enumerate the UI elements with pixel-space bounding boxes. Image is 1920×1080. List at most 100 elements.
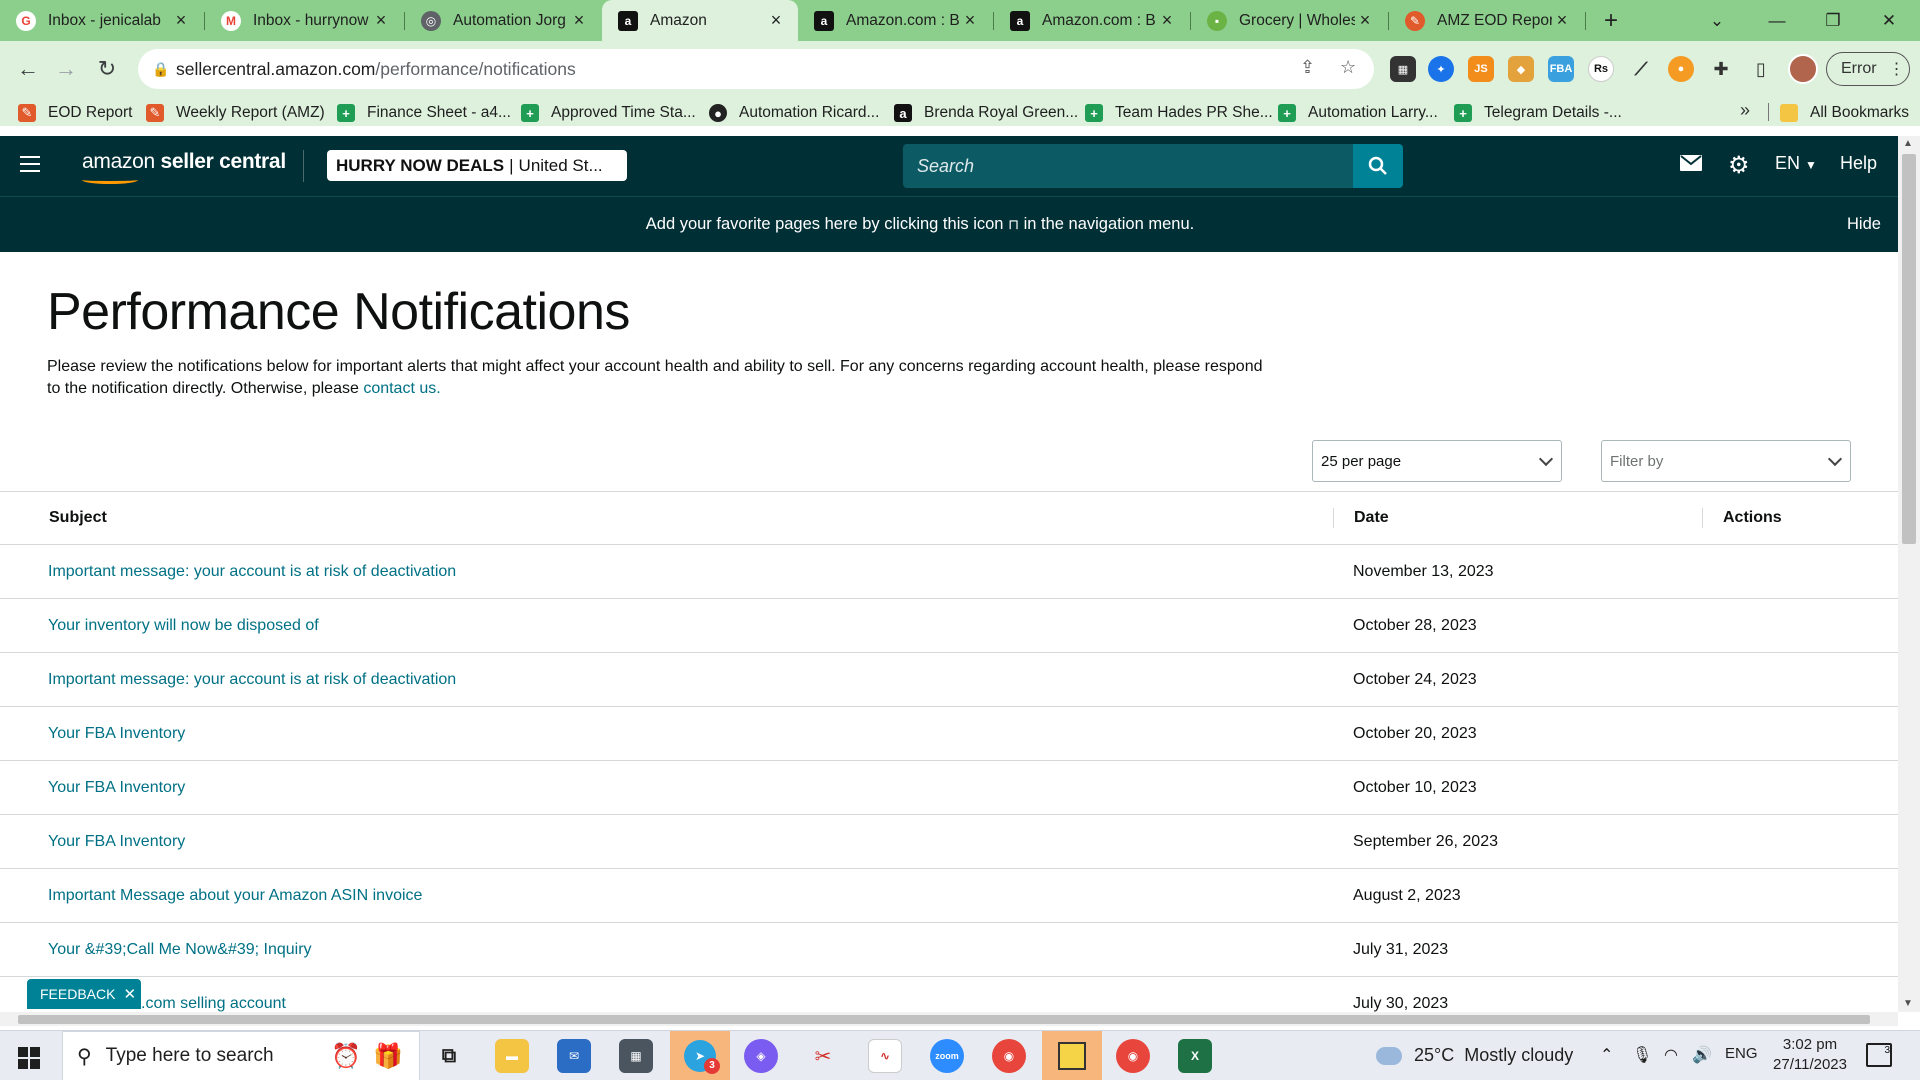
js-extension-icon[interactable]: JS <box>1468 56 1494 82</box>
calculator-icon[interactable]: ▦ <box>619 1039 653 1073</box>
bookmark-weekly-report[interactable]: ✎ Weekly Report (AMZ) <box>146 102 325 124</box>
horizontal-scrollbar[interactable] <box>0 1012 1898 1026</box>
bookmark-automation-ricardo[interactable]: ● Automation Ricard... <box>709 102 879 124</box>
forward-arrow-icon[interactable]: → <box>48 51 84 87</box>
wifi-icon[interactable]: ◠ <box>1664 1045 1678 1065</box>
snipping-tool-icon[interactable]: ✂ <box>806 1039 840 1073</box>
notification-subject-link[interactable]: .com selling account <box>141 995 286 1012</box>
tab-close-icon[interactable]: × <box>1157 10 1177 31</box>
column-subject[interactable]: Subject <box>49 509 107 527</box>
side-panel-icon[interactable]: ▯ <box>1748 56 1774 82</box>
bookmark-eod-report[interactable]: ✎ EOD Report <box>18 102 132 124</box>
back-arrow-icon[interactable]: ← <box>10 51 46 87</box>
extension-icon[interactable]: ● <box>1668 56 1694 82</box>
chrome-profile-icon[interactable]: ◉ <box>1116 1039 1150 1073</box>
scroll-up-icon[interactable]: ▲ <box>1903 138 1913 149</box>
bookmarks-overflow-icon[interactable]: » <box>1740 100 1750 121</box>
contact-us-link[interactable]: contact us. <box>363 380 440 397</box>
tab-close-icon[interactable]: × <box>960 10 980 31</box>
all-bookmarks[interactable]: All Bookmarks <box>1780 102 1909 124</box>
input-language[interactable]: ENG <box>1725 1045 1758 1062</box>
chevron-up-icon[interactable]: ⌃ <box>1600 1045 1613 1065</box>
extension-icon[interactable]: ◆ <box>1508 56 1534 82</box>
file-explorer-icon[interactable]: ▬ <box>495 1039 529 1073</box>
profile-avatar[interactable] <box>1788 54 1818 84</box>
browser-tab[interactable]: ✎ AMZ EOD Repor × <box>1389 0 1584 41</box>
scrollbar-thumb[interactable] <box>1902 154 1916 544</box>
zoom-icon[interactable]: zoom <box>930 1039 964 1073</box>
address-bar[interactable]: 🔒 sellercentral.amazon.com/performance/n… <box>138 49 1374 89</box>
hide-banner-link[interactable]: Hide <box>1847 215 1881 234</box>
tab-close-icon[interactable]: × <box>569 10 589 31</box>
bookmark-team-hades[interactable]: + Team Hades PR She... <box>1085 102 1273 124</box>
tab-close-icon[interactable]: × <box>171 10 191 31</box>
browser-tab[interactable]: a Amazon.com : B × <box>994 0 1189 41</box>
tab-close-icon[interactable]: × <box>1355 10 1375 31</box>
seller-central-logo[interactable]: amazon seller central <box>82 150 286 184</box>
search-button[interactable] <box>1353 144 1403 188</box>
feedback-button[interactable]: FEEDBACK ✕ <box>27 979 141 1009</box>
tab-close-icon[interactable]: × <box>1552 10 1572 31</box>
column-date[interactable]: Date <box>1354 509 1389 527</box>
puzzle-extensions-icon[interactable]: ✚ <box>1708 56 1734 82</box>
notifications-icon[interactable]: 3 <box>1866 1043 1892 1067</box>
vertical-scrollbar[interactable]: ▲ ▼ <box>1898 136 1920 1012</box>
telegram-app[interactable]: ➤ 3 <box>670 1031 730 1080</box>
search-input[interactable] <box>917 155 1353 177</box>
browser-tab[interactable]: M Inbox - hurrynow × <box>205 0 403 41</box>
weather-widget[interactable]: 25°C Mostly cloudy <box>1376 1045 1573 1066</box>
copilot-icon[interactable]: ◈ <box>744 1039 778 1073</box>
reload-icon[interactable]: ↻ <box>89 51 125 87</box>
minimize-icon[interactable]: — <box>1750 0 1804 41</box>
scrollbar-thumb[interactable] <box>18 1015 1870 1024</box>
notification-subject-link[interactable]: Important message: your account is at ri… <box>48 563 456 581</box>
system-clock[interactable]: 3:02 pm 27/11/2023 <box>1770 1035 1850 1075</box>
help-link[interactable]: Help <box>1840 153 1877 174</box>
extension-icon[interactable]: ⟋ <box>1628 56 1654 82</box>
browser-tab[interactable]: G Inbox - jenicalab × <box>0 0 203 41</box>
notification-subject-link[interactable]: Your FBA Inventory <box>48 779 185 797</box>
microphone-icon[interactable]: 🎙 <box>1632 1045 1652 1065</box>
tab-close-icon[interactable]: × <box>371 10 391 31</box>
notification-subject-link[interactable]: Your inventory will now be disposed of <box>48 617 319 635</box>
mail-icon[interactable] <box>1680 154 1702 177</box>
language-selector[interactable]: EN ▼ <box>1775 153 1817 174</box>
rs-extension-icon[interactable]: Rs <box>1588 56 1614 82</box>
notification-subject-link[interactable]: Your &#39;Call Me Now&#39; Inquiry <box>48 941 312 959</box>
close-window-icon[interactable]: ✕ <box>1862 0 1916 41</box>
browser-tab[interactable]: ◎ Automation Jorg × <box>405 0 601 41</box>
fba-extension-icon[interactable]: FBA <box>1548 56 1574 82</box>
browser-tab[interactable]: a Amazon.com : B × <box>798 0 992 41</box>
voice-recorder-icon[interactable]: ∿ <box>868 1039 902 1073</box>
notification-subject-link[interactable]: Your FBA Inventory <box>48 833 185 851</box>
bookmark-telegram-details[interactable]: + Telegram Details -... <box>1454 102 1622 124</box>
bookmark-automation-larry[interactable]: + Automation Larry... <box>1278 102 1438 124</box>
bookmark-brenda-royal[interactable]: a Brenda Royal Green... <box>894 102 1078 124</box>
tab-close-icon[interactable]: × <box>766 10 786 31</box>
notification-subject-link[interactable]: Important Message about your Amazon ASIN… <box>48 887 422 905</box>
volume-icon[interactable]: 🔊 <box>1692 1045 1712 1065</box>
search-field[interactable] <box>903 144 1353 188</box>
windows-start-icon[interactable] <box>18 1047 40 1069</box>
task-view-icon[interactable]: ⧉ <box>432 1039 466 1073</box>
mail-app-icon[interactable]: ✉ <box>557 1039 591 1073</box>
settings-gear-icon[interactable]: ⚙ <box>1728 151 1750 180</box>
browser-tab-active[interactable]: a Amazon × <box>602 0 798 41</box>
excel-icon[interactable]: X <box>1178 1039 1212 1073</box>
new-tab-button[interactable]: + <box>1596 6 1626 36</box>
store-switcher[interactable]: HURRY NOW DEALS | United St... <box>327 150 627 181</box>
browser-tab[interactable]: ▪ Grocery | Wholes × <box>1191 0 1387 41</box>
share-icon[interactable]: ⇪ <box>1300 57 1315 78</box>
taskbar-search[interactable]: ⚲ Type here to search ⏰ 🎁 <box>62 1031 420 1080</box>
qr-extension-icon[interactable]: ▦ <box>1390 56 1416 82</box>
bookmark-star-icon[interactable]: ☆ <box>1340 57 1356 78</box>
per-page-select[interactable]: 25 per page <box>1312 440 1562 482</box>
bookmark-finance-sheet[interactable]: + Finance Sheet - a4... <box>337 102 511 124</box>
restore-icon[interactable]: ❐ <box>1806 0 1860 41</box>
bookmark-approved-time[interactable]: + Approved Time Sta... <box>521 102 696 124</box>
chrome-icon[interactable]: ◉ <box>992 1039 1026 1073</box>
scroll-down-icon[interactable]: ▼ <box>1903 998 1913 1009</box>
close-icon[interactable]: ✕ <box>123 985 136 1003</box>
filter-select[interactable]: Filter by <box>1601 440 1851 482</box>
hamburger-menu-icon[interactable] <box>20 156 40 172</box>
